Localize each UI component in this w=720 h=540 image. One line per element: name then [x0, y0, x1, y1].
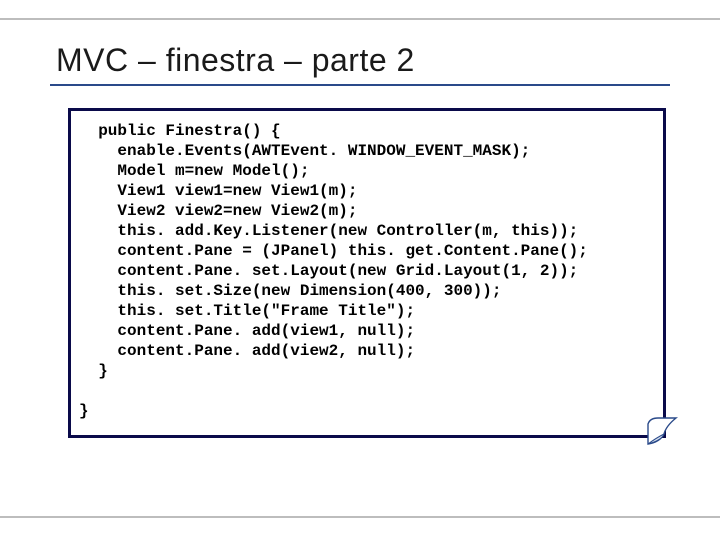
code-content: public Finestra() { enable.Events(AWTEve…	[79, 121, 655, 421]
title-underline	[50, 84, 670, 86]
bottom-divider	[0, 516, 720, 518]
slide: MVC – finestra – parte 2 public Finestra…	[0, 0, 720, 540]
code-box: public Finestra() { enable.Events(AWTEve…	[68, 108, 666, 438]
page-curl-icon	[646, 416, 680, 446]
top-divider	[0, 18, 720, 20]
slide-title: MVC – finestra – parte 2	[56, 42, 415, 79]
